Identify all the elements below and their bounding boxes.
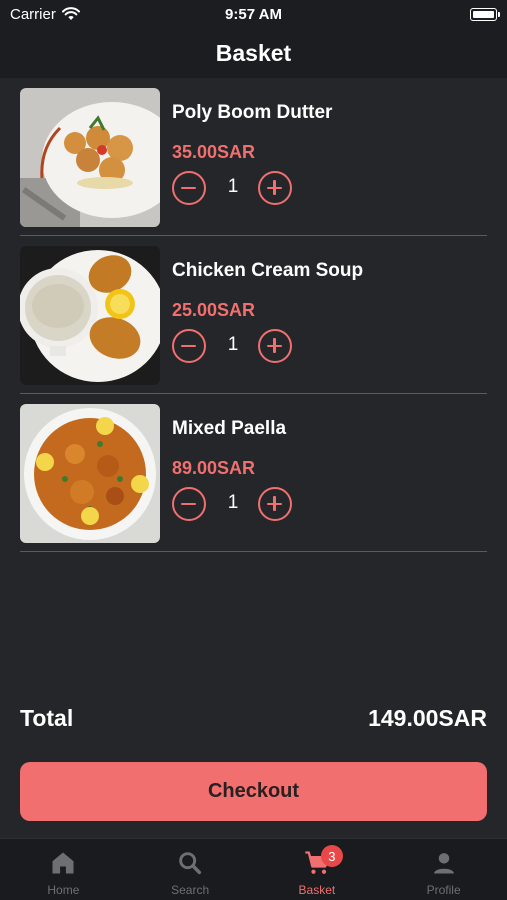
decrease-quantity-button[interactable] bbox=[172, 171, 206, 205]
item-name: Chicken Cream Soup bbox=[172, 260, 364, 281]
wifi-icon bbox=[61, 7, 80, 20]
search-icon bbox=[179, 852, 202, 875]
checkout-button[interactable]: Checkout bbox=[20, 762, 487, 821]
nav-bar: Basket bbox=[0, 28, 507, 78]
total-label: Total bbox=[20, 704, 74, 731]
tab-bar: Home Search 3 Basket Profile bbox=[0, 838, 507, 900]
decrease-quantity-button[interactable] bbox=[172, 487, 206, 521]
battery-icon bbox=[470, 7, 500, 21]
person-icon bbox=[433, 853, 454, 874]
quantity-stepper: 1 bbox=[172, 329, 294, 365]
item-price: 25.00SAR bbox=[172, 300, 256, 320]
tab-search[interactable]: Search bbox=[127, 839, 254, 900]
increase-quantity-button[interactable] bbox=[258, 329, 292, 363]
quantity-stepper: 1 bbox=[172, 171, 294, 207]
tab-label: Search bbox=[171, 883, 210, 897]
tab-label: Profile bbox=[426, 883, 461, 897]
basket-item: Poly Boom Dutter 35.00SAR 1 bbox=[20, 78, 487, 236]
item-price: 89.00SAR bbox=[172, 458, 256, 478]
page-title: Basket bbox=[215, 39, 292, 66]
quantity-value: 1 bbox=[227, 176, 239, 197]
tab-label: Home bbox=[47, 883, 80, 897]
item-image bbox=[20, 246, 160, 385]
home-icon bbox=[52, 852, 74, 874]
item-price: 35.00SAR bbox=[172, 142, 256, 162]
tab-basket[interactable]: 3 Basket bbox=[254, 839, 381, 900]
item-name: Poly Boom Dutter bbox=[172, 102, 333, 123]
item-image bbox=[20, 88, 160, 227]
quantity-stepper: 1 bbox=[172, 487, 294, 523]
cart-count-badge: 3 bbox=[320, 845, 343, 867]
increase-quantity-button[interactable] bbox=[258, 171, 292, 205]
basket-item: Mixed Paella 89.00SAR 1 bbox=[20, 394, 487, 552]
quantity-value: 1 bbox=[227, 334, 239, 355]
basket-item: Chicken Cream Soup 25.00SAR 1 bbox=[20, 236, 487, 394]
total-value: 149.00SAR bbox=[368, 704, 487, 731]
tab-profile[interactable]: Profile bbox=[380, 839, 507, 900]
carrier-label: Carrier bbox=[10, 5, 56, 23]
quantity-value: 1 bbox=[227, 492, 239, 513]
increase-quantity-button[interactable] bbox=[258, 487, 292, 521]
tab-label: Basket bbox=[298, 883, 336, 897]
total-row: Total 149.00SAR bbox=[20, 700, 487, 736]
item-name: Mixed Paella bbox=[172, 418, 287, 439]
item-image bbox=[20, 404, 160, 543]
status-bar: Carrier 9:57 AM bbox=[0, 0, 507, 28]
status-left: Carrier bbox=[10, 6, 80, 23]
tab-home[interactable]: Home bbox=[0, 839, 127, 900]
decrease-quantity-button[interactable] bbox=[172, 329, 206, 363]
